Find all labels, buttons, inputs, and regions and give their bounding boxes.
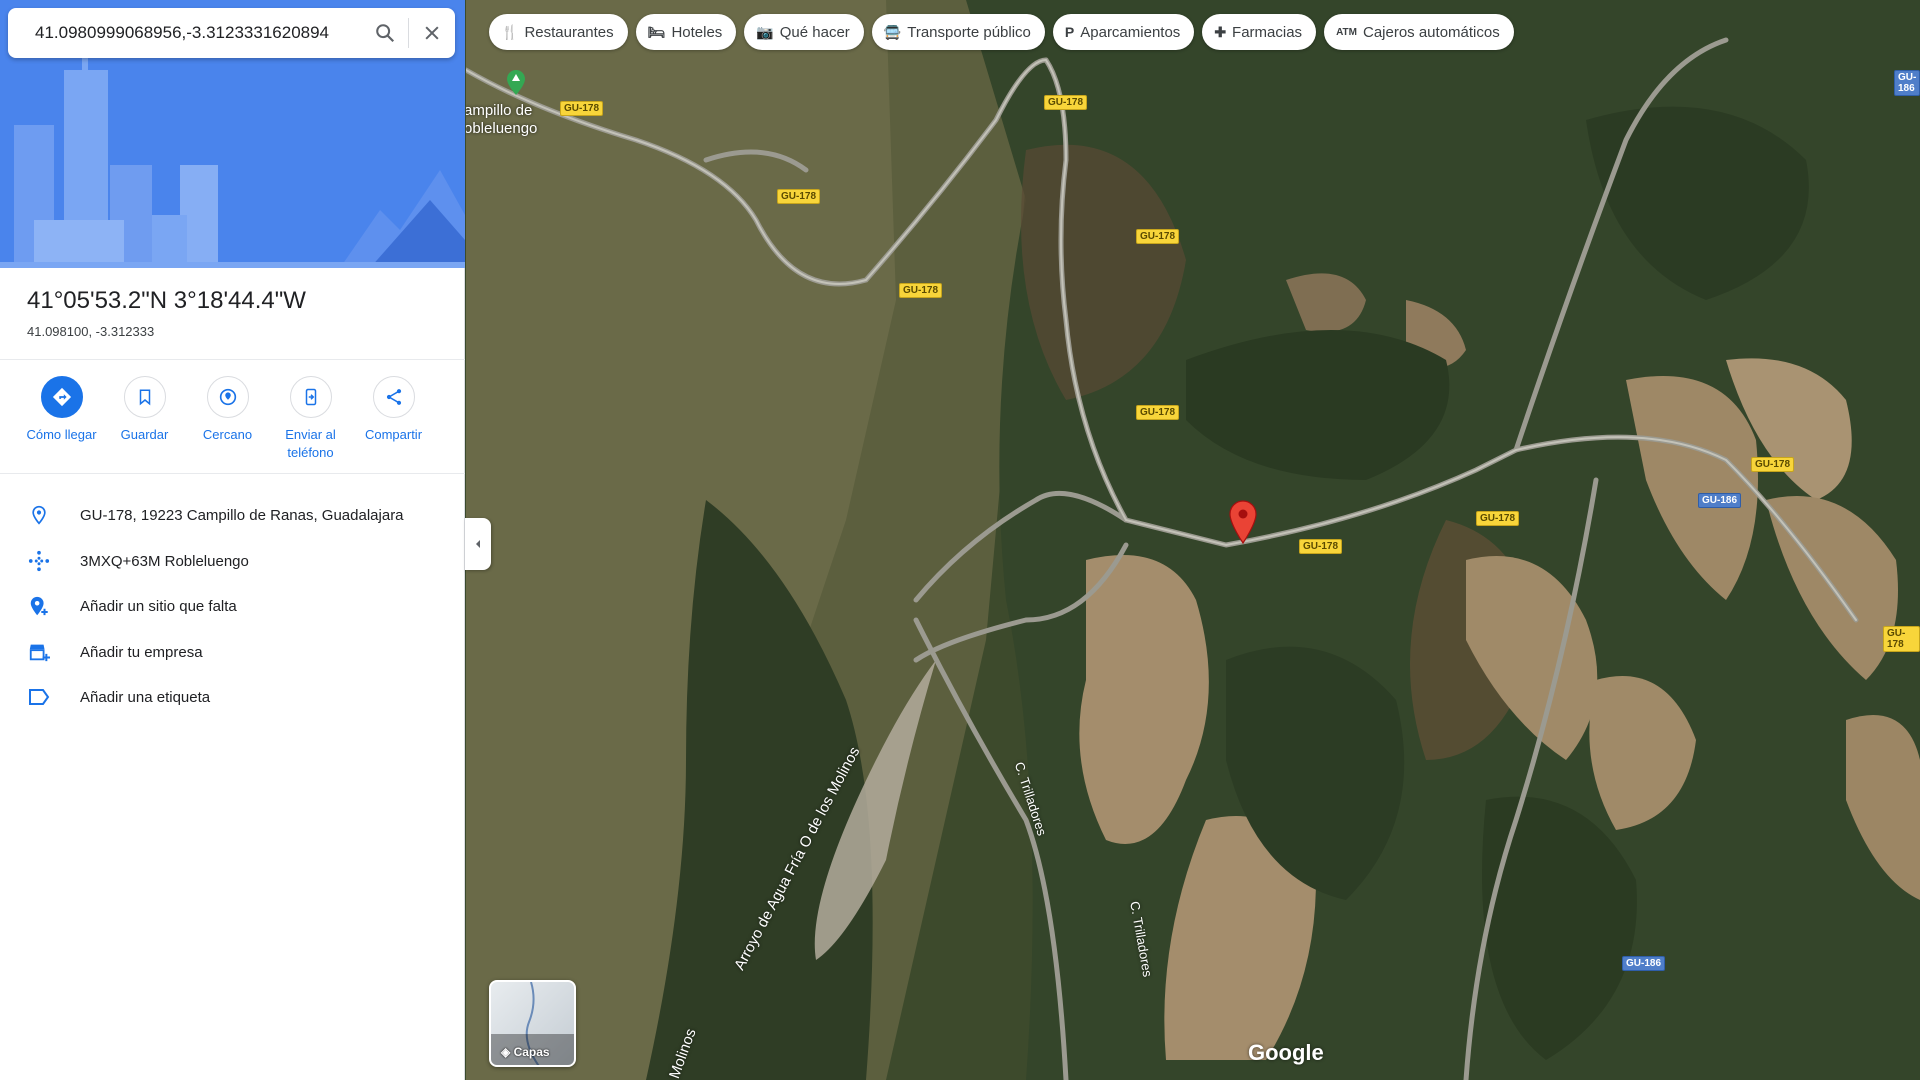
add-business-icon xyxy=(29,644,50,662)
chip-label: Cajeros automáticos xyxy=(1362,23,1500,41)
nearby-label: Cercano xyxy=(202,427,253,442)
place-label: obleluengo xyxy=(466,120,538,137)
section-divider xyxy=(0,359,465,360)
dropped-pin-marker[interactable] xyxy=(1228,500,1258,549)
road-shield: GU-178 xyxy=(1136,229,1180,244)
place-title: 41°05'53.2"N 3°18'44.4"W xyxy=(27,287,306,314)
chip-label: Restaurantes xyxy=(524,23,614,41)
search-button[interactable] xyxy=(362,8,408,58)
add-business-text: Añadir tu empresa xyxy=(80,643,203,661)
layers-text: Capas xyxy=(513,1045,550,1059)
close-icon xyxy=(425,26,439,40)
directions-icon xyxy=(40,376,83,418)
nearby-icon xyxy=(206,376,249,418)
pharmacy-icon: ✚ xyxy=(1214,23,1227,40)
save-button[interactable]: Guardar xyxy=(103,376,186,462)
place-decimal-coordinates: 41.098100, -3.312333 xyxy=(27,324,155,339)
close-search-button[interactable] xyxy=(409,8,455,58)
satellite-imagery xyxy=(466,0,1920,1080)
add-label-text: Añadir una etiqueta xyxy=(80,688,211,706)
chip-label: Qué hacer xyxy=(779,23,850,41)
road-shield: GU-178 xyxy=(777,189,821,204)
parking-icon: P xyxy=(1064,24,1075,40)
hotel-icon: 🛏 xyxy=(647,23,666,40)
location-pin-icon xyxy=(1229,500,1257,545)
add-label-row[interactable]: Añadir una etiqueta xyxy=(0,677,465,717)
chip-things-to-do[interactable]: 📷 Qué hacer xyxy=(744,14,864,50)
send-to-phone-button[interactable]: Enviar al teléfono xyxy=(269,376,352,462)
chip-parking[interactable]: P Aparcamientos xyxy=(1052,14,1195,50)
address-text: GU-178, 19223 Campillo de Ranas, Guadala… xyxy=(80,506,404,524)
address-row[interactable]: GU-178, 19223 Campillo de Ranas, Guadala… xyxy=(0,495,465,535)
directions-label: Cómo llegar xyxy=(26,427,97,442)
layers-button[interactable]: ◈ Capas xyxy=(489,980,576,1067)
chip-label: Hoteles xyxy=(671,23,723,41)
label-icon xyxy=(29,689,50,705)
atm-icon: ATM xyxy=(1336,26,1357,38)
share-icon xyxy=(372,376,415,418)
directions-button[interactable]: Cómo llegar xyxy=(20,376,103,462)
layers-icon: ◈ xyxy=(501,1045,514,1059)
road-shield: GU-178 xyxy=(560,101,604,116)
chip-pharmacies[interactable]: ✚ Farmacias xyxy=(1202,14,1317,50)
place-label: ampillo de xyxy=(466,102,533,119)
restaurant-icon: 🍴 xyxy=(501,23,519,40)
road-shield: GU-186 xyxy=(1698,493,1742,508)
search-box[interactable]: 41.0980999068956,-3.3123331620894 xyxy=(8,8,455,58)
google-attribution-logo: Google xyxy=(1248,1040,1324,1065)
road-shield: GU-178 xyxy=(1044,95,1088,110)
add-missing-place-row[interactable]: Añadir un sitio que falta xyxy=(0,586,465,626)
transit-icon: 🚍 xyxy=(883,23,902,40)
google-maps-app: 41.0980999068956,-3.3123331620894 41°05'… xyxy=(0,0,1920,1080)
road-shield: GU-186 xyxy=(1894,70,1920,96)
chip-label: Transporte público xyxy=(907,23,1031,41)
chip-transit[interactable]: 🚍 Transporte público xyxy=(871,14,1045,50)
add-business-row[interactable]: Añadir tu empresa xyxy=(0,632,465,672)
chip-restaurants[interactable]: 🍴 Restaurantes xyxy=(489,14,628,50)
add-place-icon xyxy=(30,596,48,616)
collapse-panel-button[interactable] xyxy=(465,518,491,570)
road-shield: GU-178 xyxy=(1476,511,1520,526)
road-shield: GU-178 xyxy=(899,283,943,298)
search-icon xyxy=(376,24,395,43)
chevron-left-icon xyxy=(476,540,480,548)
nearby-button[interactable]: Cercano xyxy=(186,376,269,462)
plus-code-row[interactable]: 3MXQ+63M Robleluengo xyxy=(0,541,465,581)
share-button[interactable]: Compartir xyxy=(352,376,435,462)
road-shield: GU-178 xyxy=(1136,405,1180,420)
section-divider xyxy=(0,473,465,474)
chip-hotels[interactable]: 🛏 Hoteles xyxy=(635,14,737,50)
share-label: Compartir xyxy=(364,427,423,442)
road-shield: GU-178 xyxy=(1299,539,1343,554)
park-marker-icon[interactable] xyxy=(506,70,526,101)
chip-label: Farmacias xyxy=(1232,23,1303,41)
category-chips: 🍴 Restaurantes 🛏 Hoteles 📷 Qué hacer 🚍 Trans… xyxy=(489,14,1514,50)
road-shield: GU-178 xyxy=(1883,626,1920,652)
road-shield: GU-186 xyxy=(1622,956,1666,971)
plus-code-icon xyxy=(28,550,50,572)
layers-label: ◈ Capas xyxy=(501,1045,550,1059)
send-to-phone-icon xyxy=(289,376,332,418)
road-shield: GU-178 xyxy=(1751,457,1795,472)
action-bar: Cómo llegar Guardar Cercano Enviar al te… xyxy=(20,376,435,462)
search-input[interactable]: 41.0980999068956,-3.3123331620894 xyxy=(8,23,362,43)
save-label: Guardar xyxy=(120,427,169,442)
camera-icon: 📷 xyxy=(756,23,774,40)
plus-code-text: 3MXQ+63M Robleluengo xyxy=(80,552,249,570)
send-to-phone-label: Enviar al teléfono xyxy=(285,427,336,460)
bookmark-icon xyxy=(123,376,166,418)
location-pin-icon xyxy=(32,505,46,525)
chip-atms[interactable]: ATM Cajeros automáticos xyxy=(1324,14,1514,50)
add-missing-place-text: Añadir un sitio que falta xyxy=(80,597,237,615)
place-panel: 41.0980999068956,-3.3123331620894 41°05'… xyxy=(0,0,465,1080)
satellite-map[interactable]: GU-178 GU-178 GU-178 GU-178 GU-178 GU-17… xyxy=(466,0,1920,1080)
chip-label: Aparcamientos xyxy=(1080,23,1181,41)
